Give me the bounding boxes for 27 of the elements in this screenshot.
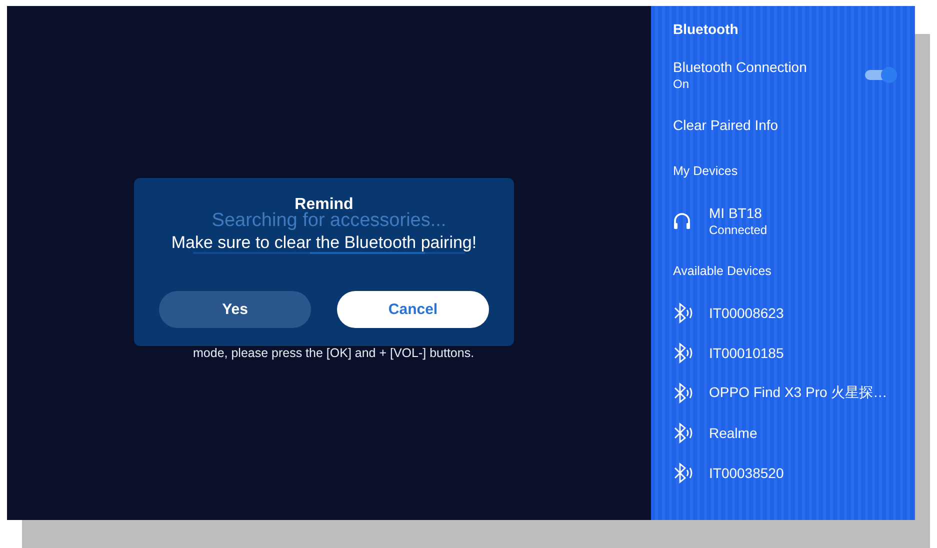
dialog-message: Make sure to clear the Bluetooth pairing! [171, 233, 477, 253]
dialog-button[interactable]: Yes [159, 291, 311, 328]
bluetooth-icon [673, 302, 693, 324]
toggle-switch[interactable] [865, 67, 897, 83]
dialog-button[interactable]: Cancel [337, 291, 489, 328]
dialog-title: Remind [294, 196, 354, 213]
hint-text: mode, please press the [OK] and + [VOL-] buttons. [193, 346, 476, 361]
device-name[interactable]: OPPO Find X3 Pro 火星探… [709, 384, 888, 402]
bluetooth-icon [673, 342, 693, 364]
menu-item[interactable]: Clear Paired Info [673, 117, 778, 133]
device-name[interactable]: MI BT18 [709, 205, 768, 221]
bluetooth-icon [673, 422, 693, 444]
device-name[interactable]: IT00010185 [709, 345, 784, 361]
setting-value: On [673, 77, 690, 91]
bluetooth-icon [673, 462, 693, 484]
bluetooth-toggle-row[interactable]: Bluetooth Connection On [673, 49, 897, 101]
bluetooth-icon [673, 382, 693, 404]
section-header: My Devices [673, 164, 738, 178]
device-name[interactable]: Realme [709, 425, 758, 441]
headphones-icon [673, 211, 691, 231]
device-name[interactable]: IT00038520 [709, 465, 784, 481]
section-header: Available Devices [673, 264, 772, 278]
device-name[interactable]: IT00008623 [709, 305, 784, 321]
setting-label: Bluetooth Connection [673, 59, 807, 75]
panel-title: Bluetooth [673, 20, 740, 39]
searching-title: Searching for accessories... [212, 210, 446, 232]
device-status: Connected [709, 223, 768, 237]
